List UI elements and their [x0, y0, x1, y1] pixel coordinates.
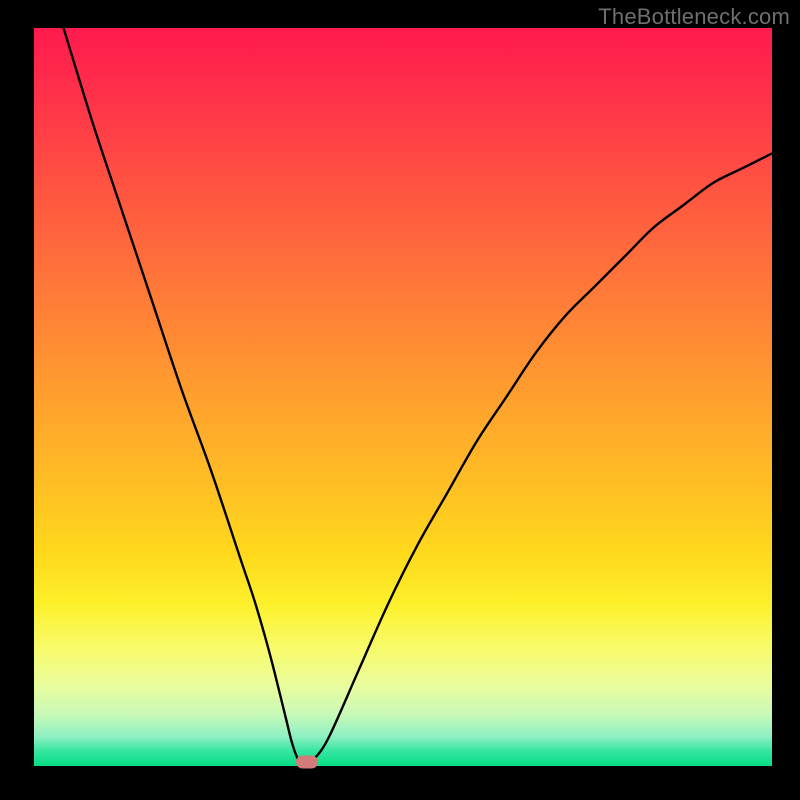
watermark-text: TheBottleneck.com	[598, 4, 790, 30]
optimal-point-marker	[296, 756, 318, 769]
bottleneck-curve	[34, 28, 772, 766]
chart-frame: TheBottleneck.com	[0, 0, 800, 800]
plot-area	[34, 28, 772, 766]
